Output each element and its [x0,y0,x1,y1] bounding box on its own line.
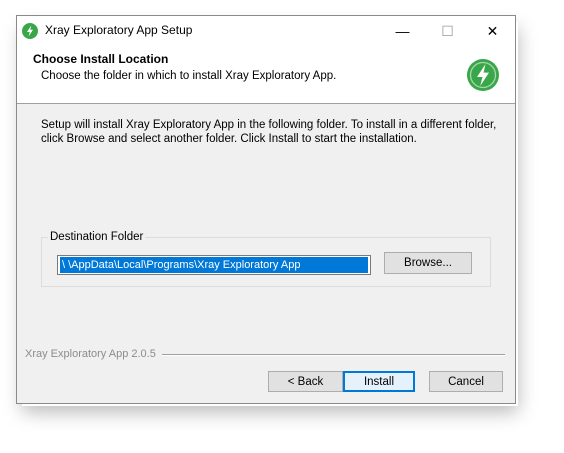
page-header: Choose Install Location Choose the folde… [17,46,515,104]
footer-brand-text: Xray Exploratory App 2.0.5 [25,348,159,360]
minimize-icon: — [395,23,410,39]
xray-logo-icon [467,59,499,91]
title-bar[interactable]: Xray Exploratory App Setup — ☐ ✕ [17,16,515,46]
install-button[interactable]: Install [343,371,415,392]
back-button[interactable]: < Back [268,371,343,392]
app-logo-icon [22,23,38,39]
footer-divider [162,354,505,356]
cancel-button[interactable]: Cancel [429,371,503,392]
browse-button[interactable]: Browse... [384,252,472,274]
page-subtitle: Choose the folder in which to install Xr… [41,70,337,82]
setup-window: Xray Exploratory App Setup — ☐ ✕ Choose … [16,15,516,404]
destination-folder-label: Destination Folder [48,231,146,243]
close-icon: ✕ [486,22,499,39]
page-title: Choose Install Location [33,52,169,66]
window-title: Xray Exploratory App Setup [45,23,193,37]
minimize-button[interactable]: — [380,16,425,46]
maximize-icon: ☐ [441,22,454,39]
close-button[interactable]: ✕ [470,16,515,46]
install-description: Setup will install Xray Exploratory App … [41,119,497,145]
destination-path-value: \ \AppData\Local\Programs\Xray Explorato… [60,257,368,273]
maximize-button[interactable]: ☐ [425,16,470,46]
destination-path-input[interactable]: \ \AppData\Local\Programs\Xray Explorato… [57,255,371,275]
